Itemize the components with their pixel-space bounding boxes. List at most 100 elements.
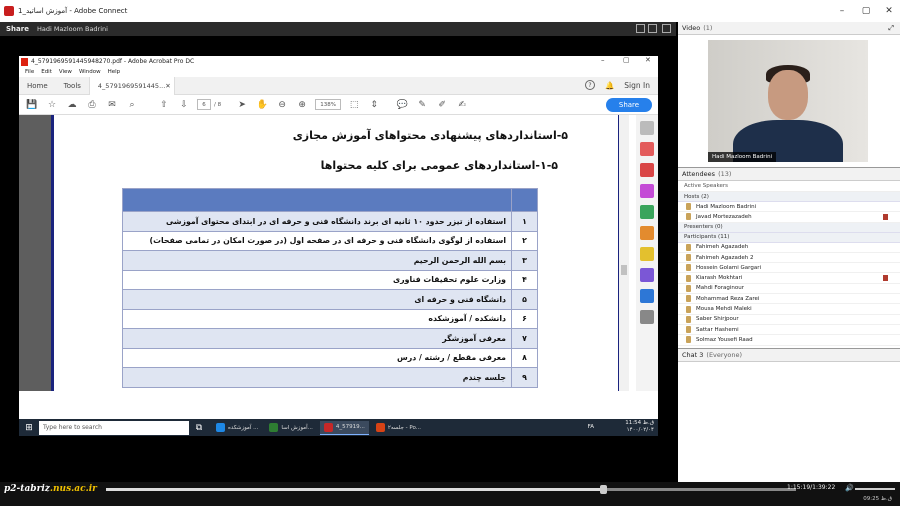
hand-tool-icon[interactable]: ✋ bbox=[255, 98, 269, 112]
attendee-name: Fahimeh Agazadeh 2 bbox=[696, 254, 754, 261]
person-icon bbox=[686, 254, 691, 262]
close-button[interactable]: ✕ bbox=[875, 0, 900, 22]
windows-taskbar: ⊞ Type here to search ⧉ آموزشکده ... آموز… bbox=[19, 419, 658, 436]
volume-icon[interactable]: 🔊 bbox=[845, 484, 854, 492]
seek-handle[interactable] bbox=[599, 485, 607, 494]
save-icon[interactable]: 💾 bbox=[25, 98, 39, 112]
bookmark-star-icon[interactable]: ☆ bbox=[45, 98, 59, 112]
attendee-name: Javad Mortezazadeh bbox=[696, 213, 752, 220]
zoom-select[interactable]: 138% bbox=[315, 99, 342, 110]
zoom-out-icon[interactable]: ⊖ bbox=[275, 98, 289, 112]
person-icon bbox=[686, 284, 691, 292]
pod-menu-icon[interactable] bbox=[662, 24, 671, 33]
edit-pdf-icon[interactable] bbox=[640, 184, 654, 198]
participants-list: Fahimeh Agazadeh Fahimeh Agazadeh 2 Hossei… bbox=[678, 243, 900, 346]
table-row: ۶ دانشکده / آموزشکده bbox=[122, 308, 538, 329]
table-row: ۹ جلسه چندم bbox=[122, 367, 538, 388]
menu-window[interactable]: Window bbox=[79, 69, 101, 75]
bell-icon[interactable]: 🔔 bbox=[605, 81, 614, 90]
tab-home[interactable]: Home bbox=[19, 77, 56, 95]
app-icon bbox=[375, 423, 385, 432]
search-icon[interactable]: ⌕ bbox=[125, 98, 139, 112]
menu-help[interactable]: Help bbox=[108, 69, 121, 75]
page-total: / 8 bbox=[214, 101, 222, 108]
taskbar-search-input[interactable]: Type here to search bbox=[39, 420, 189, 435]
fullscreen-icon[interactable] bbox=[648, 24, 657, 33]
taskbar-app[interactable]: آموزش اسا... bbox=[265, 421, 317, 435]
attendee-item[interactable]: Hadi Mazloom Badrini bbox=[678, 202, 900, 213]
row-text: جلسه چندم bbox=[122, 367, 512, 388]
zoom-tool-icon[interactable] bbox=[640, 121, 654, 135]
hosts-group[interactable]: Hosts (2) bbox=[678, 192, 900, 202]
tab-tools[interactable]: Tools bbox=[56, 77, 89, 95]
fill-sign-tool-icon[interactable] bbox=[640, 268, 654, 282]
scroll-mode-icon[interactable]: ⇕ bbox=[367, 98, 381, 112]
organize-pages-icon[interactable] bbox=[640, 205, 654, 219]
share-button[interactable]: Share bbox=[606, 98, 652, 112]
tray-lang[interactable]: FA bbox=[588, 424, 594, 430]
export-pdf-icon[interactable] bbox=[640, 142, 654, 156]
tab-close-icon[interactable]: ✕ bbox=[165, 82, 170, 90]
menu-edit[interactable]: Edit bbox=[41, 69, 52, 75]
comment-icon[interactable]: 💬 bbox=[395, 98, 409, 112]
attendee-item[interactable]: Kiarash Mokhtari bbox=[678, 273, 900, 284]
email-icon[interactable]: ✉ bbox=[105, 98, 119, 112]
acrobat-tabs-right: ? 🔔 Sign In bbox=[584, 80, 650, 90]
taskbar-app[interactable]: آموزشکده ... bbox=[212, 421, 262, 435]
protect-icon[interactable] bbox=[640, 289, 654, 303]
layout-icon[interactable] bbox=[636, 24, 645, 33]
attendee-item[interactable]: Mohammad Reza Zarei bbox=[678, 294, 900, 305]
presenters-group[interactable]: Presenters (0) bbox=[678, 222, 900, 233]
sign-in-link[interactable]: Sign In bbox=[624, 81, 650, 90]
menu-view[interactable]: View bbox=[59, 69, 72, 75]
presenter-name: Hadi Mazloom Badrini bbox=[36, 25, 108, 33]
highlight-icon[interactable]: ✐ bbox=[435, 98, 449, 112]
fill-sign-icon[interactable]: ✍ bbox=[455, 98, 469, 112]
acrobat-minimize-button[interactable]: – bbox=[601, 56, 605, 64]
page-number-input[interactable]: 6 bbox=[197, 99, 211, 110]
table-row: ۳ بسم الله الرحمن الرحیم bbox=[122, 250, 538, 271]
comment-tool-icon[interactable] bbox=[640, 226, 654, 240]
acrobat-close-button[interactable]: ✕ bbox=[645, 56, 651, 64]
zoom-in-icon[interactable]: ⊕ bbox=[295, 98, 309, 112]
combine-files-icon[interactable] bbox=[640, 247, 654, 261]
more-tools-icon[interactable] bbox=[640, 310, 654, 324]
select-cursor-icon[interactable]: ➤ bbox=[235, 98, 249, 112]
next-page-icon[interactable]: ⇩ bbox=[177, 98, 191, 112]
attendee-item[interactable]: Saber Shirjpour bbox=[678, 315, 900, 325]
attendee-item[interactable]: Sattar Hashemi bbox=[678, 325, 900, 336]
attendee-name: Mahdi Foraginour bbox=[696, 285, 744, 292]
fit-page-icon[interactable]: ⬚ bbox=[347, 98, 361, 112]
participants-group[interactable]: Participants (11) bbox=[678, 232, 900, 243]
seek-bar[interactable] bbox=[106, 485, 796, 494]
attendee-item[interactable]: Javad Mortezazadeh bbox=[678, 212, 900, 223]
attendee-item[interactable]: Mahdi Foraginour bbox=[678, 284, 900, 295]
video-fullscreen-icon[interactable]: ⤢ bbox=[888, 24, 894, 33]
scroll-thumb[interactable] bbox=[621, 265, 627, 275]
vertical-scrollbar[interactable] bbox=[619, 115, 629, 391]
attendee-item[interactable]: Hossein Golami Gargari bbox=[678, 263, 900, 274]
attendee-item[interactable]: Solmaz Yousefi Raad bbox=[678, 335, 900, 346]
attendees-title: Attendees bbox=[682, 170, 716, 178]
volume-slider[interactable] bbox=[855, 488, 895, 490]
document-viewport[interactable]: ۵-استانداردهای پیشنهادی محتواهای آموزش م… bbox=[19, 115, 629, 391]
upload-cloud-icon[interactable]: ☁ bbox=[65, 98, 79, 112]
attendee-name: Saber Shirjpour bbox=[696, 316, 739, 323]
attendee-item[interactable]: Fahimeh Agazadeh bbox=[678, 243, 900, 253]
standards-table: ۱ استفاده از تیزر حدود ۱۰ ثانیه ای برند د… bbox=[122, 188, 538, 388]
create-pdf-icon[interactable] bbox=[640, 163, 654, 177]
attendee-item[interactable]: Fahimeh Agazadeh 2 bbox=[678, 253, 900, 264]
task-view-icon[interactable]: ⧉ bbox=[193, 422, 205, 434]
tab-document[interactable]: 4_5791969591445... ✕ bbox=[88, 76, 175, 95]
pen-icon[interactable]: ✎ bbox=[415, 98, 429, 112]
taskbar-app[interactable]: 4_57919... bbox=[319, 420, 369, 435]
menu-file[interactable]: File bbox=[25, 69, 34, 75]
windows-start-icon[interactable]: ⊞ bbox=[23, 422, 35, 434]
help-icon[interactable]: ? bbox=[584, 80, 595, 90]
prev-page-icon[interactable]: ⇧ bbox=[157, 98, 171, 112]
attendee-item[interactable]: Mousa Mehdi Maleki bbox=[678, 304, 900, 315]
print-icon[interactable]: ⎙ bbox=[85, 98, 99, 112]
taskbar-app[interactable]: جلسه۲ - Po... bbox=[372, 421, 425, 435]
acrobat-maximize-button[interactable]: ▢ bbox=[623, 56, 630, 64]
tray-date: ۱۴۰۰/۰۲/۰۴ bbox=[626, 427, 654, 433]
